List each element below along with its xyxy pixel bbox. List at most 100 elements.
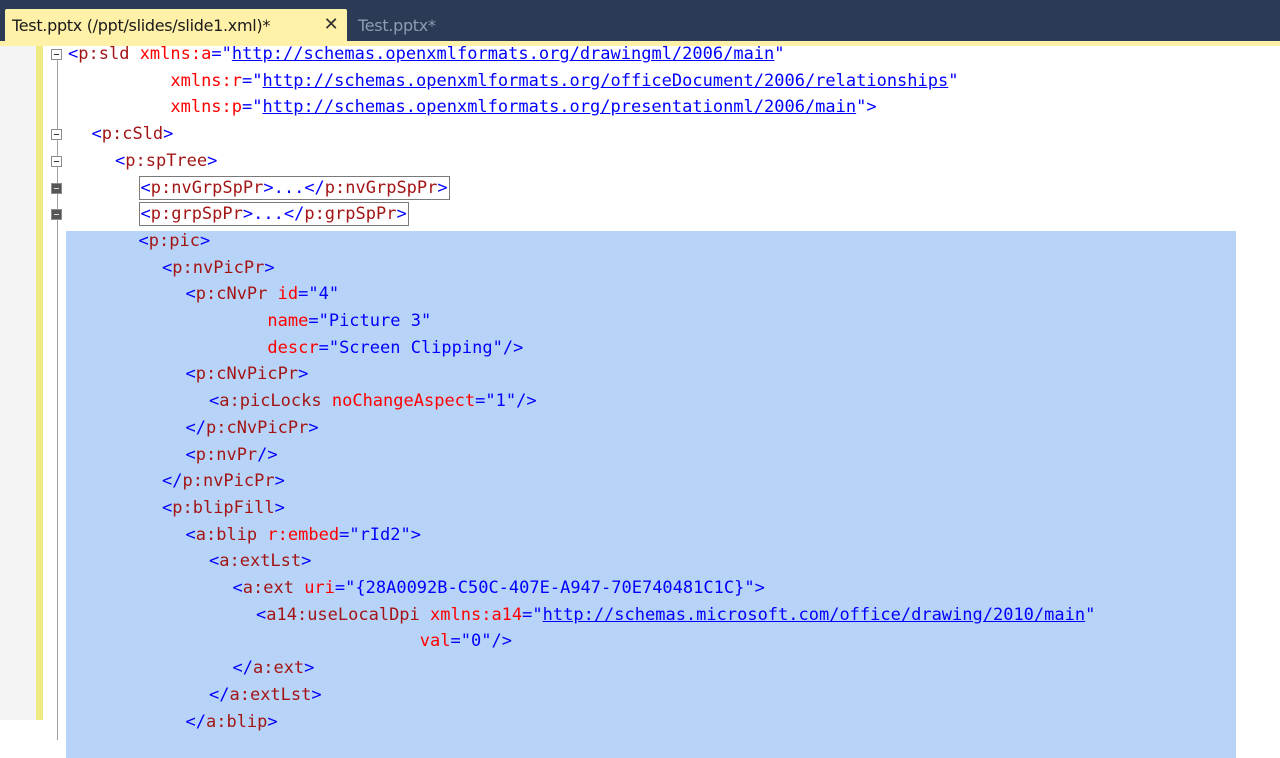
code-line[interactable]: </p:cNvPicPr> [186, 415, 319, 441]
change-tracking-bar [36, 46, 43, 720]
code-punctuation: < [162, 257, 173, 278]
code-line[interactable]: <p:cNvPr id="4" [186, 281, 340, 307]
code-punctuation: </ [185, 417, 206, 438]
code-punctuation: < [209, 551, 220, 572]
xml-tag-name: p:sld [78, 44, 130, 64]
code-line[interactable]: </a:blip> [186, 709, 278, 735]
xml-tag-name: p:cNvPr [195, 284, 268, 305]
code-punctuation: </ [232, 658, 253, 679]
code-punctuation: </ [185, 711, 206, 732]
code-punctuation: < [140, 204, 151, 225]
code-line[interactable]: xmlns:r="http://schemas.openxmlformats.o… [68, 68, 958, 94]
code-line[interactable]: <p:cSld> [92, 121, 174, 147]
code-punctuation [68, 71, 170, 91]
code-line[interactable]: <a:ext uri="{28A0092B-C50C-407E-A947-70E… [233, 575, 765, 601]
code-line[interactable]: <a14:useLocalDpi xmlns:a14="http://schem… [256, 602, 1095, 628]
code-punctuation: > [274, 497, 285, 518]
code-punctuation: < [138, 230, 149, 251]
code-punctuation: < [91, 124, 102, 145]
code-line[interactable]: </p:nvPicPr> [162, 468, 285, 494]
collapse-outline-icon[interactable] [51, 155, 62, 167]
collapse-outline-icon[interactable] [51, 129, 62, 141]
code-punctuation: =" [334, 578, 356, 598]
code-punctuation: > [274, 471, 285, 492]
code-punctuation: > [311, 684, 322, 705]
tab-test-pptx[interactable]: Test.pptx* [358, 9, 436, 41]
xml-tag-name: p:cSld [101, 124, 164, 145]
xml-code-editor[interactable]: <p:sld xmlns:a="http://schemas.openxmlfo… [0, 44, 1280, 758]
code-punctuation: < [162, 497, 173, 518]
collapsed-region[interactable]: <p:grpSpPr>...</p:grpSpPr> [138, 202, 409, 227]
line-gutter [0, 46, 36, 720]
xml-attribute-name: xmlns:a [139, 44, 212, 64]
code-line[interactable]: <p:blipFill> [162, 495, 285, 521]
xml-tag-name: p:grpSpPr [304, 204, 397, 225]
code-punctuation: "/> [481, 631, 512, 652]
code-punctuation: " [1085, 604, 1096, 625]
code-line[interactable]: name="Picture 3" [186, 308, 431, 334]
code-line[interactable]: <a:blip r:embed="rId2"> [186, 522, 422, 548]
code-punctuation: =" [242, 97, 263, 118]
code-line[interactable]: <p:spTree> [115, 148, 217, 174]
xml-namespace-link[interactable]: http://schemas.openxmlformats.org/drawin… [232, 44, 774, 64]
code-punctuation: < [185, 444, 196, 465]
xml-tag-name: p:nvGrpSpPr [324, 177, 438, 198]
code-punctuation: "/> [492, 337, 524, 358]
code-punctuation: > [263, 177, 274, 198]
xml-attribute-value: Screen Clipping [339, 337, 493, 358]
code-line[interactable]: <p:nvPicPr> [162, 255, 275, 281]
xml-namespace-link[interactable]: http://schemas.openxmlformats.org/presen… [263, 97, 857, 117]
code-punctuation: </ [304, 177, 325, 198]
code-line[interactable]: <p:nvGrpSpPr>...</p:nvGrpSpPr> [138, 175, 450, 201]
code-line[interactable]: </a:ext> [233, 655, 315, 681]
xml-tag-name: p:spTree [125, 150, 208, 171]
expand-outline-icon[interactable] [51, 182, 62, 194]
code-line[interactable]: </a:extLst> [209, 682, 322, 708]
code-line[interactable]: val="0"/> [256, 628, 512, 654]
code-punctuation: < [185, 524, 196, 545]
code-punctuation: > [437, 177, 448, 198]
code-punctuation: < [140, 177, 151, 198]
code-line[interactable]: descr="Screen Clipping"/> [186, 335, 524, 361]
code-punctuation: =" [339, 524, 360, 545]
xml-attribute-name: xmlns:p [170, 97, 243, 118]
code-punctuation: < [115, 150, 126, 171]
code-line[interactable]: <p:nvPr/> [186, 442, 278, 468]
code-punctuation: > [308, 417, 319, 438]
collapsed-ellipsis: ... [273, 177, 305, 198]
code-punctuation: > [301, 551, 312, 572]
code-punctuation: " [774, 44, 785, 64]
code-punctuation: /> [257, 444, 278, 465]
code-line[interactable]: <a:extLst> [209, 548, 311, 574]
code-line[interactable]: <a:picLocks noChangeAspect="1"/> [209, 388, 537, 414]
tab-slide1-xml[interactable]: Test.pptx (/ppt/slides/slide1.xml)* ✕ [5, 9, 347, 41]
code-punctuation: < [209, 391, 220, 412]
close-icon[interactable]: ✕ [319, 13, 343, 37]
collapsed-region[interactable]: <p:nvGrpSpPr>...</p:nvGrpSpPr> [138, 175, 450, 200]
xml-tag-name: p:cNvPicPr [205, 417, 309, 438]
code-punctuation: =" [242, 70, 263, 91]
code-line[interactable]: <p:pic> [139, 228, 211, 254]
code-line[interactable]: xmlns:p="http://schemas.openxmlformats.o… [68, 94, 876, 120]
code-punctuation: "/> [505, 391, 537, 412]
xml-tag-name: a:extLst [219, 551, 302, 572]
xml-attribute-value: 1 [495, 391, 506, 412]
xml-namespace-link[interactable]: http://schemas.microsoft.com/office/draw… [543, 605, 1085, 625]
code-line[interactable]: <p:sld xmlns:a="http://schemas.openxmlfo… [68, 41, 785, 67]
xml-attribute-value: 4 [318, 284, 329, 305]
xml-tag-name: a:blip [205, 711, 268, 732]
code-line[interactable]: <p:grpSpPr>...</p:grpSpPr> [138, 201, 409, 227]
xml-namespace-link[interactable]: http://schemas.openxmlformats.org/office… [263, 71, 949, 91]
code-punctuation: > [267, 711, 278, 732]
xml-tag-name: a:extLst [229, 684, 312, 705]
xml-tag-name: p:cNvPicPr [195, 364, 299, 385]
code-punctuation [267, 284, 277, 304]
expand-outline-icon[interactable] [51, 209, 62, 221]
code-punctuation: > [199, 230, 211, 251]
collapse-outline-icon[interactable] [51, 49, 62, 60]
code-punctuation [129, 44, 139, 64]
code-punctuation [186, 338, 268, 358]
code-line[interactable]: <p:cNvPicPr> [186, 361, 309, 387]
code-punctuation [68, 97, 170, 117]
code-punctuation: < [185, 284, 196, 305]
